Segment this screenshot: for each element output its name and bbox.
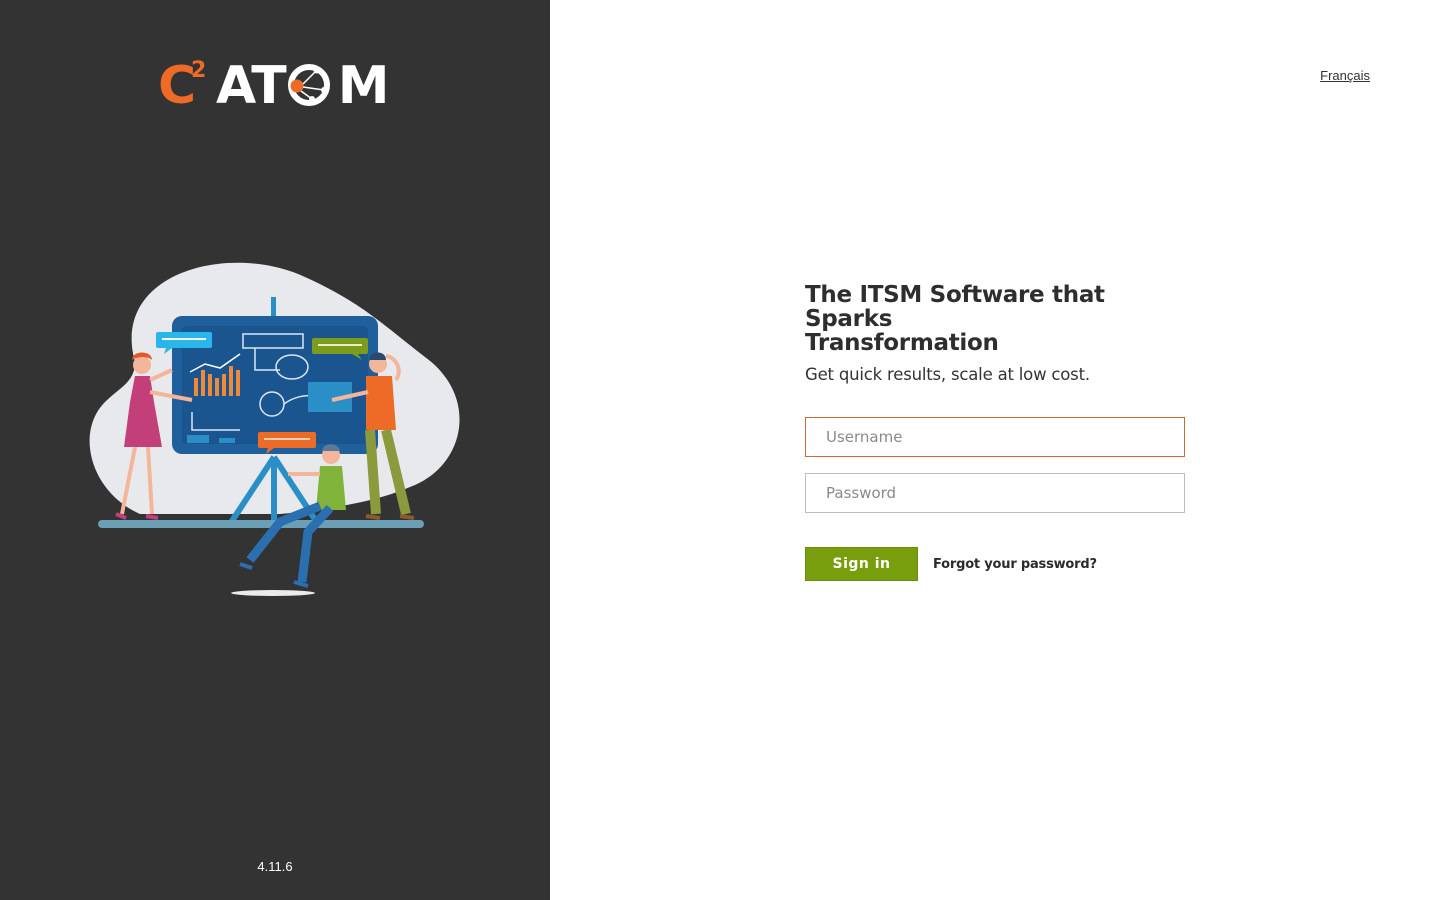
page-subtitle: Get quick results, scale at low cost. (805, 365, 1090, 384)
login-page: C 2 AT M 4.11.6 Français The ITSM Softwa… (0, 0, 1440, 900)
title-line-1: The ITSM Software that Sparks (805, 282, 1105, 332)
logo-atom-end: M (337, 56, 390, 116)
logo-superscript: 2 (191, 58, 207, 83)
atom-o-icon (288, 64, 330, 106)
page-title: The ITSM Software that Sparks Transforma… (805, 283, 1185, 355)
username-input[interactable] (805, 417, 1185, 457)
brand-sidebar: C 2 AT M 4.11.6 (0, 0, 550, 900)
presentation-team-illustration-icon (89, 262, 460, 596)
logo-atom-start: AT (216, 56, 287, 116)
language-switch-link[interactable]: Français (1320, 68, 1370, 83)
password-input[interactable] (805, 473, 1185, 513)
sign-in-button[interactable]: Sign in (805, 547, 918, 581)
form-actions: Sign in Forgot your password? (805, 547, 1185, 581)
c2atom-logo: C 2 AT M (158, 58, 394, 114)
title-line-2: Transformation (805, 330, 999, 356)
app-version: 4.11.6 (257, 859, 293, 874)
forgot-password-link[interactable]: Forgot your password? (933, 557, 1097, 572)
login-form: The ITSM Software that Sparks Transforma… (805, 283, 1185, 581)
